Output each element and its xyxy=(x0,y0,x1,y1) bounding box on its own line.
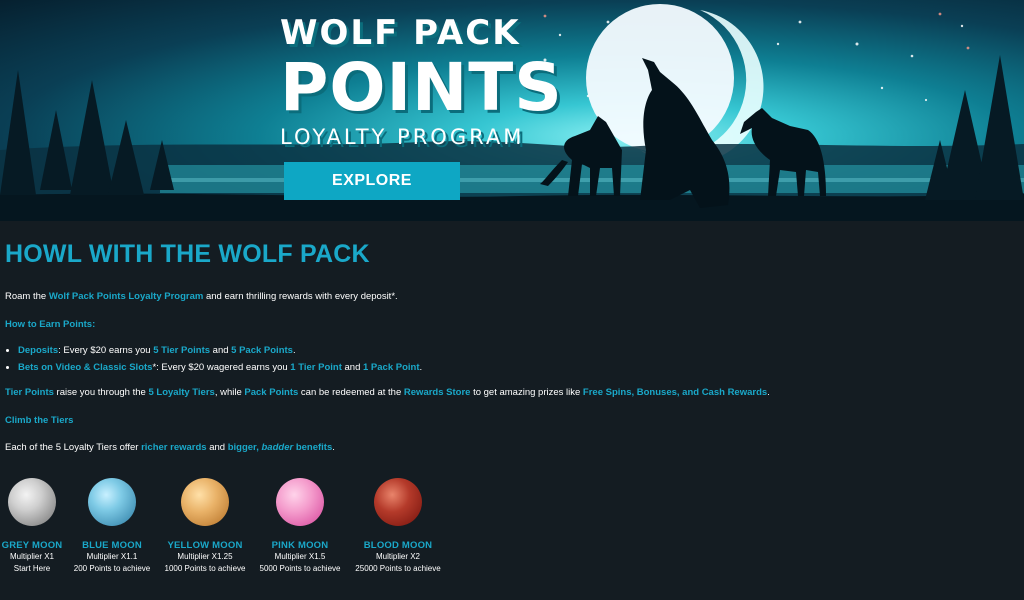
deposits-and: and xyxy=(210,345,232,356)
list-item-slots: Bets on Video & Classic Slots*: Every $2… xyxy=(18,361,422,374)
slots-pack-point: 1 Pack Point xyxy=(363,362,420,373)
deposits-tier-points: 5 Tier Points xyxy=(153,345,211,356)
deposits-end: . xyxy=(292,345,296,356)
slots-text: *: Every $20 wagered earns you xyxy=(152,362,291,373)
pink-moon-icon xyxy=(276,478,324,526)
slots-tier-point: 1 Tier Point xyxy=(290,362,342,373)
page-heading: HOWL WITH THE WOLF PACK xyxy=(5,240,370,268)
blue-moon-icon xyxy=(88,478,136,526)
how-to-earn-heading: How to Earn Points: xyxy=(5,319,96,330)
bigger-term: bigger, xyxy=(227,442,262,453)
tier-name: YELLOW MOON xyxy=(167,540,243,551)
deposits-text: : Every $20 earns you xyxy=(58,345,154,356)
program-description: HOWL WITH THE WOLF PACK Roam the Wolf Pa… xyxy=(5,238,1015,453)
hero-title-loyalty-program: LOYALTY PROGRAM xyxy=(280,125,525,149)
tier-points-term: Tier Points xyxy=(5,387,54,398)
badder-term: badder xyxy=(261,442,294,453)
hero-banner: WOLF PACK POINTS LOYALTY PROGRAM EXPLORE xyxy=(0,0,1024,221)
tier-multiplier: Multiplier X1.5 xyxy=(274,552,326,561)
program-link[interactable]: Wolf Pack Points Loyalty Program xyxy=(49,291,204,302)
each-tier-paragraph: Each of the 5 Loyalty Tiers offer richer… xyxy=(5,441,335,454)
intro-prefix: Roam the xyxy=(5,291,49,302)
tiers-text-1: raise you through the xyxy=(53,387,149,398)
rewards-store-link[interactable]: Rewards Store xyxy=(404,387,471,398)
blood-moon-icon xyxy=(374,478,422,526)
pack-points-term: Pack Points xyxy=(244,387,299,398)
benefits-term: benefits xyxy=(293,442,333,453)
intro-paragraph: Roam the Wolf Pack Points Loyalty Progra… xyxy=(5,290,398,303)
tiers-text-5: . xyxy=(767,387,770,398)
tier-name: BLOOD MOON xyxy=(363,540,433,551)
each-text-2: and xyxy=(206,442,228,453)
tier-blue-moon[interactable]: BLUE MOON Multiplier X1.1 200 Points to … xyxy=(62,478,162,575)
tier-requirement: 1000 Points to achieve xyxy=(164,564,246,573)
tier-requirement: 5000 Points to achieve xyxy=(259,564,341,573)
deposits-label: Deposits xyxy=(18,345,59,356)
list-item-deposits: Deposits: Every $20 earns you 5 Tier Poi… xyxy=(18,344,422,357)
tiers-paragraph: Tier Points raise you through the 5 Loya… xyxy=(5,386,770,399)
tiers-text-2: , while xyxy=(214,387,245,398)
slots-end: . xyxy=(419,362,423,373)
grey-moon-icon xyxy=(8,478,56,526)
earn-points-list: Deposits: Every $20 earns you 5 Tier Poi… xyxy=(5,344,422,378)
each-text-1: Each of the 5 Loyalty Tiers offer xyxy=(5,442,142,453)
hero-title-points: POINTS xyxy=(280,49,563,126)
explore-button[interactable]: EXPLORE xyxy=(284,162,460,200)
prizes-term: Free Spins, Bonuses, and Cash Rewards xyxy=(582,387,768,398)
tier-name: BLUE MOON xyxy=(82,540,142,551)
hero-title: WOLF PACK POINTS LOYALTY PROGRAM xyxy=(280,14,580,150)
tier-multiplier: Multiplier X2 xyxy=(375,552,420,561)
tier-name: PINK MOON xyxy=(271,540,329,551)
tier-blood-moon[interactable]: BLOOD MOON Multiplier X2 25000 Points to… xyxy=(348,478,448,575)
slots-and: and xyxy=(341,362,363,373)
tier-requirement: 200 Points to achieve xyxy=(73,564,151,573)
tier-multiplier: Multiplier X1.25 xyxy=(177,552,233,561)
loyalty-tiers-term: 5 Loyalty Tiers xyxy=(148,387,215,398)
tiers-text-4: to get amazing prizes like xyxy=(470,387,583,398)
yellow-moon-icon xyxy=(181,478,229,526)
each-text-3: . xyxy=(332,442,335,453)
intro-suffix: and earn thrilling rewards with every de… xyxy=(203,291,398,302)
loyalty-tiers: GREY MOON Multiplier X1 Start Here BLUE … xyxy=(0,478,1024,588)
deposits-pack-points: 5 Pack Points xyxy=(231,345,293,356)
tier-yellow-moon[interactable]: YELLOW MOON Multiplier X1.25 1000 Points… xyxy=(155,478,255,575)
richer-rewards-term: richer rewards xyxy=(141,442,207,453)
tiers-text-3: can be redeemed at the xyxy=(298,387,404,398)
slots-label: Bets on Video & Classic Slots xyxy=(18,362,153,373)
climb-tiers-heading: Climb the Tiers xyxy=(5,415,74,426)
tier-pink-moon[interactable]: PINK MOON Multiplier X1.5 5000 Points to… xyxy=(250,478,350,575)
hero-title-wolf-pack: WOLF PACK xyxy=(280,13,521,53)
tier-requirement: 25000 Points to achieve xyxy=(355,564,441,573)
tier-multiplier: Multiplier X1.1 xyxy=(86,552,138,561)
